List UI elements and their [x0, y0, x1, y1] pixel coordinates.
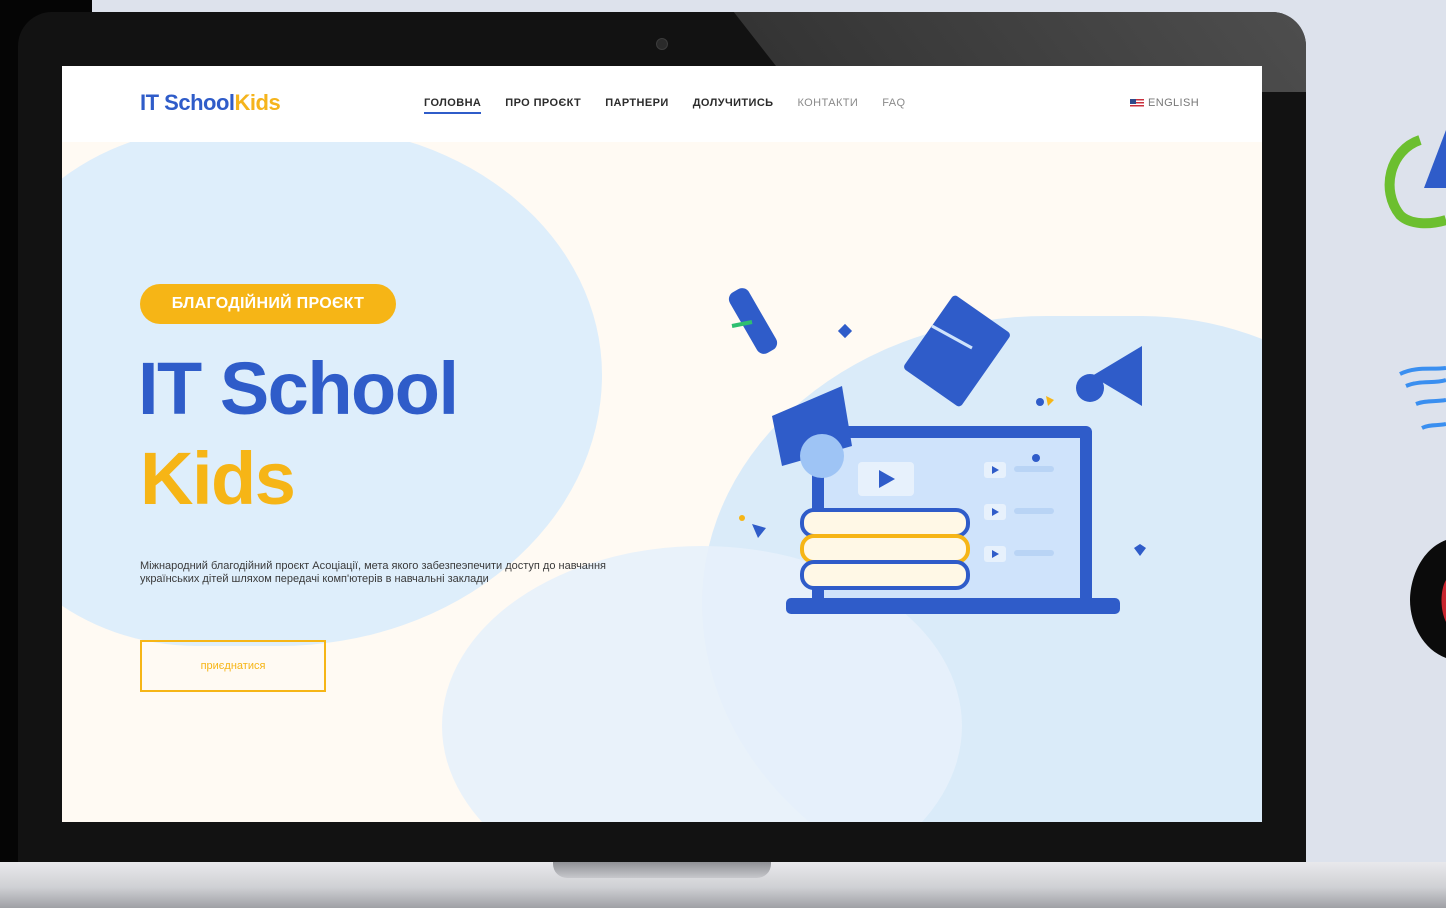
- camera-icon: [656, 38, 668, 50]
- nav-item-faq[interactable]: FAQ: [882, 97, 905, 114]
- site-logo[interactable]: IT SchoolKids: [140, 90, 281, 116]
- flying-book-icon: [904, 295, 1010, 407]
- uk-flag-icon: [1130, 98, 1144, 108]
- diploma-icon: [728, 288, 778, 354]
- hero-description: Міжнародний благодійний проєкт Асоціації…: [140, 560, 607, 585]
- nav-item-home[interactable]: ГОЛОВНА: [424, 97, 482, 114]
- education-illustration: [728, 288, 1146, 614]
- site-header: IT SchoolKids ГОЛОВНА ПРО ПРОЄКТ ПАРТНЕР…: [62, 66, 1262, 142]
- logo-text-it-school: IT School: [140, 90, 235, 115]
- nav-item-partners[interactable]: ПАРТНЕРИ: [605, 97, 669, 114]
- charity-badge: БЛАГОДІЙНИЙ ПРОЄКТ: [140, 284, 396, 324]
- nav-item-join[interactable]: ДОЛУЧИТИСЬ: [693, 97, 774, 114]
- main-menu: ГОЛОВНА ПРО ПРОЄКТ ПАРТНЕРИ ДОЛУЧИТИСЬ К…: [424, 97, 905, 114]
- nav-item-contacts[interactable]: КОНТАКТИ: [797, 97, 858, 114]
- nav-item-about[interactable]: ПРО ПРОЄКТ: [505, 97, 581, 114]
- partner-logo-2: [1399, 366, 1446, 430]
- partner-logo-3: [1410, 540, 1446, 658]
- laptop-notch: [553, 862, 771, 878]
- language-switch[interactable]: ENGLISH: [1130, 97, 1199, 109]
- hero-title-line1: IT School: [138, 347, 459, 430]
- books-stack: [800, 508, 970, 538]
- website-screen: IT SchoolKids ГОЛОВНА ПРО ПРОЄКТ ПАРТНЕР…: [62, 66, 1262, 822]
- partner-logo-1: [1384, 130, 1446, 229]
- language-label: ENGLISH: [1148, 97, 1200, 109]
- logo-text-kids: Kids: [234, 90, 281, 115]
- join-button[interactable]: приєднатися: [140, 640, 326, 692]
- hero-title-line2: Kids: [140, 437, 296, 520]
